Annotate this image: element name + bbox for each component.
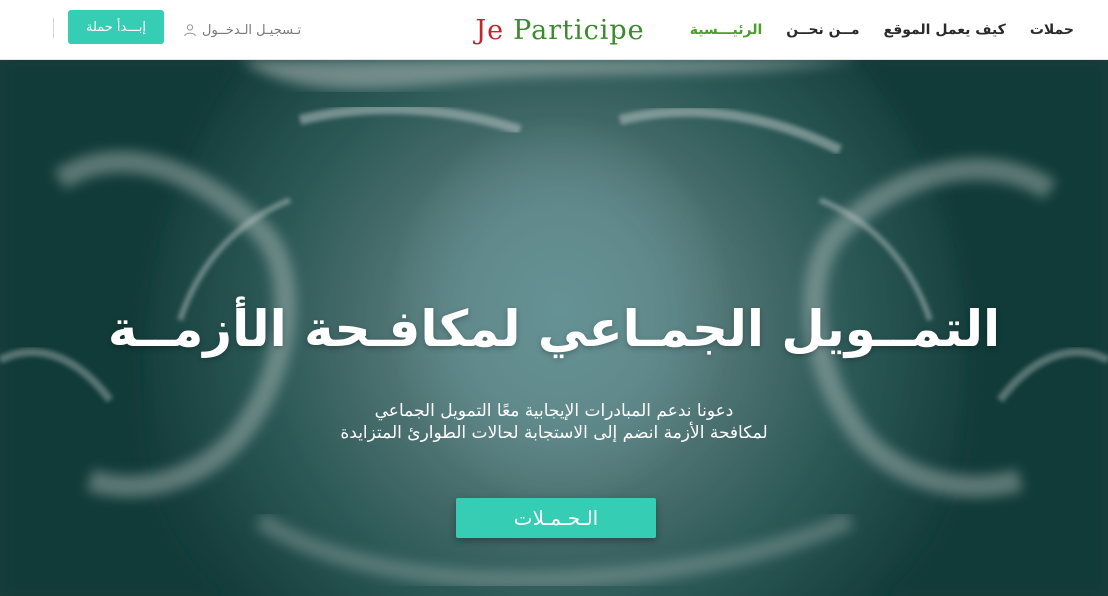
hero-subtitle-line-1: دعونا ندعم المبادرات الإيجابية معًا التم… (374, 401, 734, 421)
nav-item-about[interactable]: مــن نحــن (786, 22, 859, 38)
login-label: تـسجيـل الـدخــول (202, 22, 302, 38)
nav-item-campaigns[interactable]: حملات (1030, 22, 1074, 38)
login-link[interactable]: تـسجيـل الـدخــول (183, 0, 301, 60)
logo-text-participe: Participe (513, 14, 645, 46)
header-divider (53, 18, 54, 38)
hero-subtitle-line-2: لمكافحة الأزمة انضم إلى الاستجابة لحالات… (340, 423, 768, 443)
user-icon (184, 24, 196, 37)
start-campaign-button[interactable]: إبـــدأ حملة (68, 10, 164, 44)
hero-subtitle: دعونا ندعم المبادرات الإيجابية معًا التم… (0, 400, 1108, 444)
hero-section: التمــويل الجمـاعي لمكافـحة الأزمــة دعو… (0, 60, 1108, 596)
campaigns-button[interactable]: الـحـمـلات (456, 498, 656, 538)
hero-title: التمــويل الجمـاعي لمكافـحة الأزمــة (107, 300, 1001, 358)
site-logo[interactable]: Je Participe (475, 10, 643, 50)
main-nav: الرئيـــسية مــن نحــن كيف يعمل الموقع ح… (690, 0, 1074, 60)
nav-item-how-it-works[interactable]: كيف يعمل الموقع (884, 22, 1006, 38)
top-navbar: إبـــدأ حملة تـسجيـل الـدخــول Je Partic… (0, 0, 1108, 60)
logo-text-je: Je (475, 14, 505, 46)
nav-item-home[interactable]: الرئيـــسية (690, 22, 763, 38)
